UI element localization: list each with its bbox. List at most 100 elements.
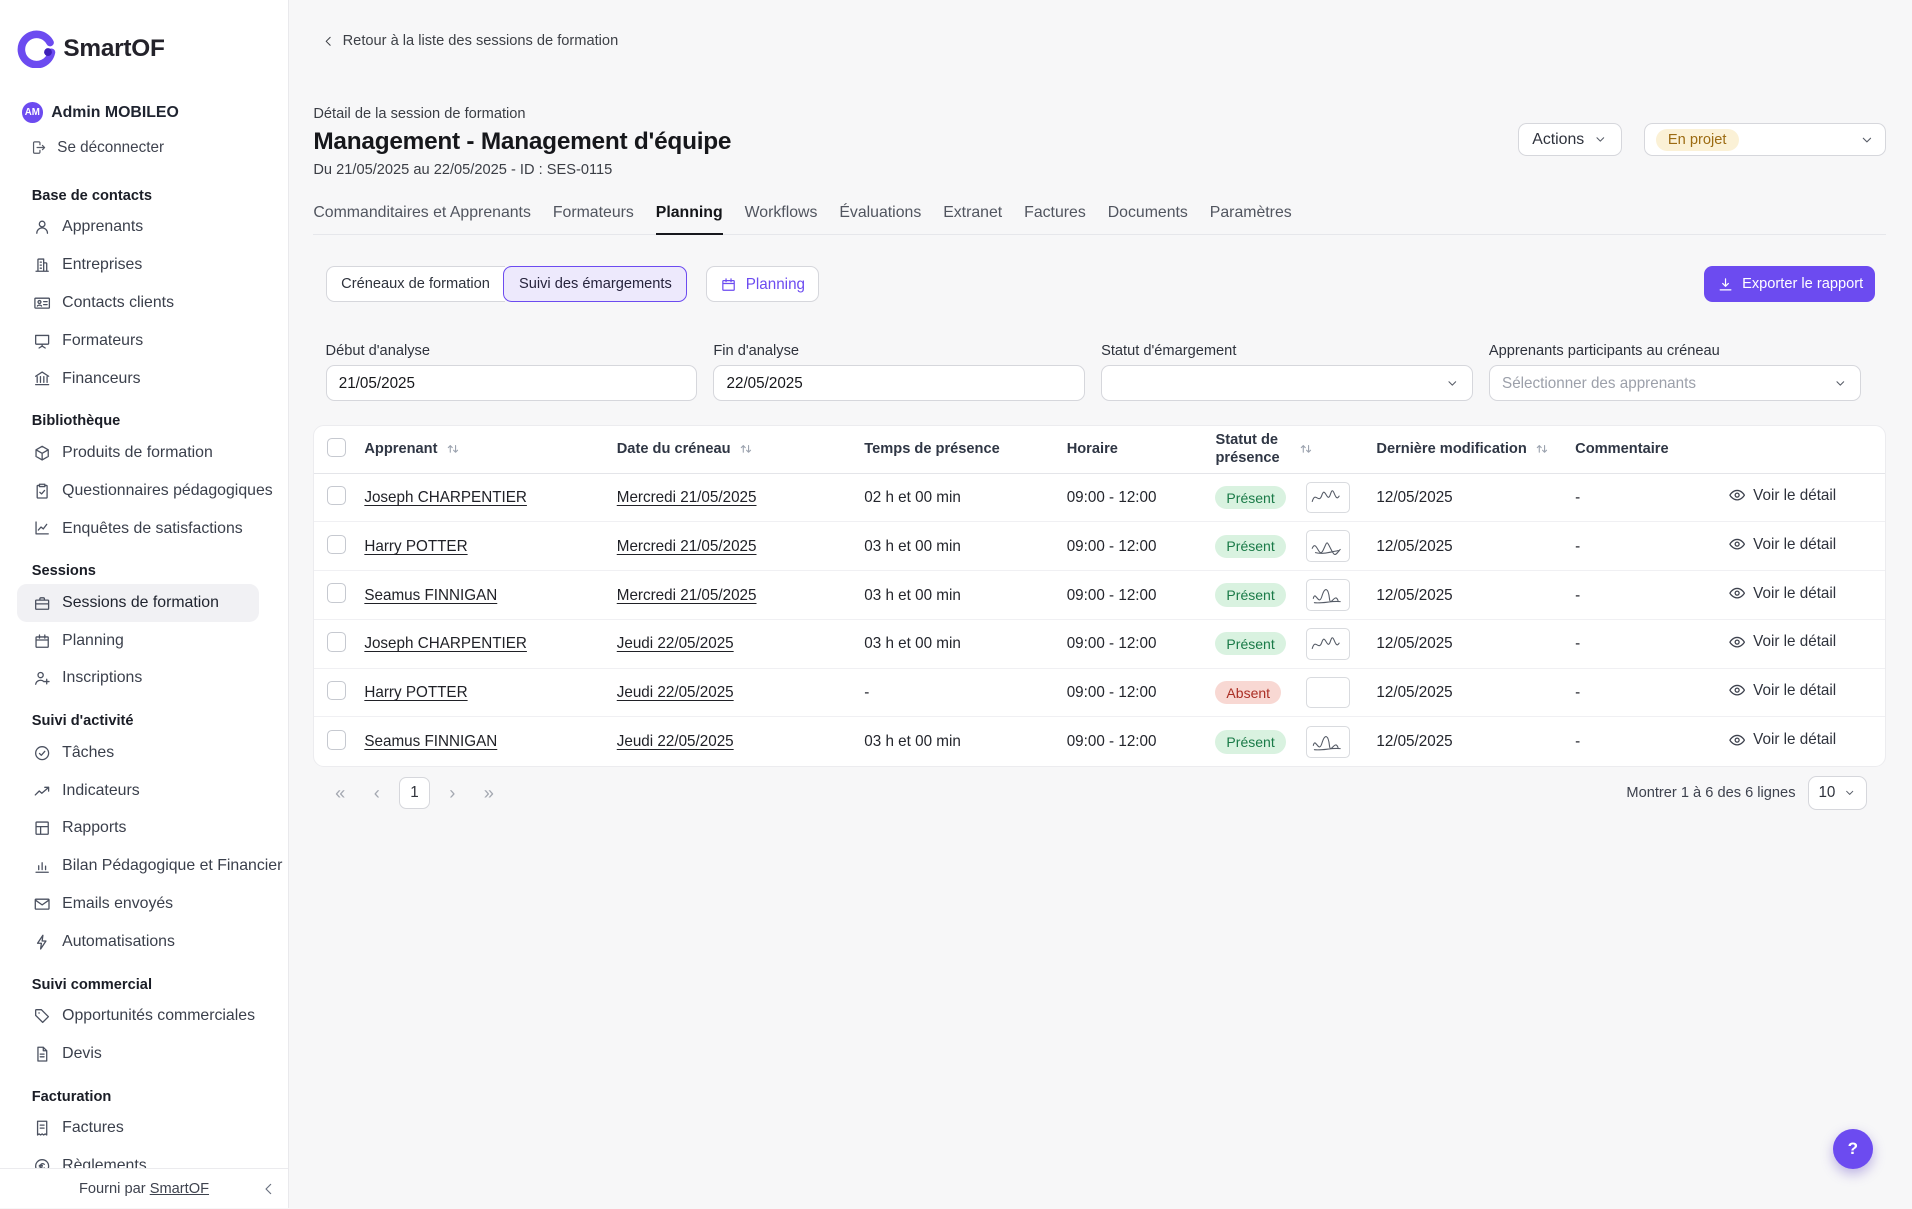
voir-le-detail-label: Voir le détail	[1753, 536, 1836, 553]
signature-image[interactable]	[1306, 628, 1350, 660]
column-header-derniere-modification: Dernière modification	[1376, 441, 1526, 457]
voir-le-detail-button[interactable]: Voir le détail	[1728, 633, 1837, 651]
presentation-icon	[33, 332, 51, 350]
export-report-button[interactable]: Exporter le rapport	[1704, 266, 1875, 301]
row-checkbox[interactable]	[327, 730, 347, 750]
signature-image[interactable]	[1306, 530, 1350, 562]
last-page-button[interactable]: »	[474, 777, 503, 809]
row-checkbox[interactable]	[327, 535, 347, 555]
statut-emargement-select[interactable]	[1101, 365, 1473, 400]
logo[interactable]: SmartOF	[0, 0, 288, 68]
session-status-select[interactable]: En projet	[1644, 123, 1887, 156]
sidebar-item-emails-envoyes[interactable]: Emails envoyés	[17, 885, 259, 923]
tab-evaluations[interactable]: Évaluations	[839, 204, 921, 234]
statut-presence-badge: Présent	[1215, 535, 1285, 558]
planning-button-label: Planning	[746, 276, 805, 293]
sidebar-item-enquetes-de-satisfactions[interactable]: Enquêtes de satisfactions	[17, 510, 259, 548]
sort-icon	[1534, 441, 1550, 457]
creneau-date-link[interactable]: Mercredi 21/05/2025	[617, 538, 757, 555]
sidebar-item-rapports[interactable]: Rapports	[17, 810, 259, 848]
sidebar-item-reglements[interactable]: Règlements	[17, 1147, 259, 1168]
voir-le-detail-button[interactable]: Voir le détail	[1728, 535, 1837, 553]
sidebar-item-produits-de-formation[interactable]: Produits de formation	[17, 434, 259, 472]
voir-le-detail-label: Voir le détail	[1753, 487, 1836, 504]
actions-button[interactable]: Actions	[1518, 123, 1622, 156]
debut-analyse-input[interactable]: 21/05/2025	[326, 365, 698, 400]
row-checkbox[interactable]	[327, 486, 347, 506]
creneau-date-link[interactable]: Jeudi 22/05/2025	[617, 684, 734, 701]
page-1-button[interactable]: 1	[399, 777, 431, 809]
sidebar-item-formateurs[interactable]: Formateurs	[17, 322, 259, 360]
sidebar-item-label: Inscriptions	[62, 669, 142, 687]
sidebar-item-entreprises[interactable]: Entreprises	[17, 246, 259, 284]
creneau-date-link[interactable]: Jeudi 22/05/2025	[617, 733, 734, 750]
creneau-date-link[interactable]: Mercredi 21/05/2025	[617, 489, 757, 506]
tab-planning[interactable]: Planning	[656, 204, 723, 235]
signature-image[interactable]	[1306, 677, 1350, 709]
filter-apprenants: Apprenants participants au créneau Sélec…	[1489, 343, 1861, 400]
voir-le-detail-button[interactable]: Voir le détail	[1728, 731, 1837, 749]
tab-workflows[interactable]: Workflows	[745, 204, 818, 234]
tab-formateurs[interactable]: Formateurs	[553, 204, 634, 234]
column-header-apprenant: Apprenant	[364, 441, 437, 457]
apprenant-link[interactable]: Harry POTTER	[364, 538, 467, 555]
select-all-checkbox[interactable]	[327, 438, 347, 458]
sidebar-item-taches[interactable]: Tâches	[17, 734, 259, 772]
sidebar-item-indicateurs[interactable]: Indicateurs	[17, 772, 259, 810]
back-link[interactable]: Retour à la liste des sessions de format…	[289, 0, 618, 49]
sidebar-item-bilan-pedagogique-et-financier[interactable]: Bilan Pédagogique et Financier	[17, 847, 259, 885]
segment-creneaux-de-formation[interactable]: Créneaux de formation	[326, 266, 505, 301]
prev-page-button[interactable]: ‹	[362, 777, 391, 809]
apprenant-link[interactable]: Joseph CHARPENTIER	[364, 489, 527, 506]
status-badge: En projet	[1656, 129, 1739, 151]
creneau-date-link[interactable]: Mercredi 21/05/2025	[617, 587, 757, 604]
voir-le-detail-button[interactable]: Voir le détail	[1728, 584, 1837, 602]
sidebar-item-financeurs[interactable]: Financeurs	[17, 360, 259, 398]
apprenant-link[interactable]: Seamus FINNIGAN	[364, 733, 497, 750]
next-page-button[interactable]: ›	[438, 777, 467, 809]
column-header-commentaire: Commentaire	[1575, 441, 1668, 457]
statut-presence-badge: Absent	[1215, 681, 1281, 704]
sidebar-item-planning[interactable]: Planning	[17, 622, 259, 660]
sidebar-item-opportunites-commerciales[interactable]: Opportunités commerciales	[17, 997, 259, 1035]
collapse-sidebar-button[interactable]	[260, 1180, 277, 1197]
fin-analyse-input[interactable]: 22/05/2025	[713, 365, 1085, 400]
sidebar-item-questionnaires-pedagogiques[interactable]: Questionnaires pédagogiques	[17, 472, 259, 510]
user-menu[interactable]: AM Admin MOBILEO	[0, 102, 288, 123]
signature-image[interactable]	[1306, 726, 1350, 758]
emargement-row: Joseph CHARPENTIERJeudi 22/05/202503 h e…	[314, 620, 1885, 669]
logout-button[interactable]: Se déconnecter	[0, 138, 288, 158]
creneau-date-link[interactable]: Jeudi 22/05/2025	[617, 635, 734, 652]
page-size-select[interactable]: 10	[1808, 776, 1867, 810]
sidebar-item-inscriptions[interactable]: Inscriptions	[17, 660, 259, 698]
tab-documents[interactable]: Documents	[1108, 204, 1188, 234]
first-page-button[interactable]: «	[326, 777, 355, 809]
sidebar-item-contacts-clients[interactable]: Contacts clients	[17, 284, 259, 322]
apprenant-link[interactable]: Joseph CHARPENTIER	[364, 635, 527, 652]
sidebar-item-factures[interactable]: Factures	[17, 1110, 259, 1148]
planning-view-button[interactable]: Planning	[706, 266, 820, 301]
tab-parametres[interactable]: Paramètres	[1210, 204, 1292, 234]
sidebar-item-sessions-de-formation[interactable]: Sessions de formation	[17, 584, 259, 622]
sidebar-item-automatisations[interactable]: Automatisations	[17, 923, 259, 961]
apprenants-placeholder: Sélectionner des apprenants	[1502, 375, 1696, 392]
row-checkbox[interactable]	[327, 583, 347, 603]
sidebar-item-devis[interactable]: Devis	[17, 1035, 259, 1073]
row-checkbox[interactable]	[327, 632, 347, 652]
tab-extranet[interactable]: Extranet	[943, 204, 1002, 234]
tab-commanditaires-et-apprenants[interactable]: Commanditaires et Apprenants	[313, 204, 531, 234]
signature-image[interactable]	[1306, 482, 1350, 514]
apprenant-link[interactable]: Harry POTTER	[364, 684, 467, 701]
sidebar-item-apprenants[interactable]: Apprenants	[17, 208, 259, 246]
apprenants-select[interactable]: Sélectionner des apprenants	[1489, 365, 1861, 400]
filters: Début d'analyse 21/05/2025 Fin d'analyse…	[313, 343, 1886, 400]
voir-le-detail-button[interactable]: Voir le détail	[1728, 681, 1837, 699]
row-checkbox[interactable]	[327, 681, 347, 701]
signature-image[interactable]	[1306, 579, 1350, 611]
actions-button-label: Actions	[1532, 131, 1584, 149]
segment-suivi-des-emargements[interactable]: Suivi des émargements	[503, 266, 687, 301]
tab-factures[interactable]: Factures	[1024, 204, 1086, 234]
apprenant-link[interactable]: Seamus FINNIGAN	[364, 587, 497, 604]
voir-le-detail-button[interactable]: Voir le détail	[1728, 486, 1837, 504]
smartof-footer-link[interactable]: SmartOF	[150, 1181, 209, 1197]
